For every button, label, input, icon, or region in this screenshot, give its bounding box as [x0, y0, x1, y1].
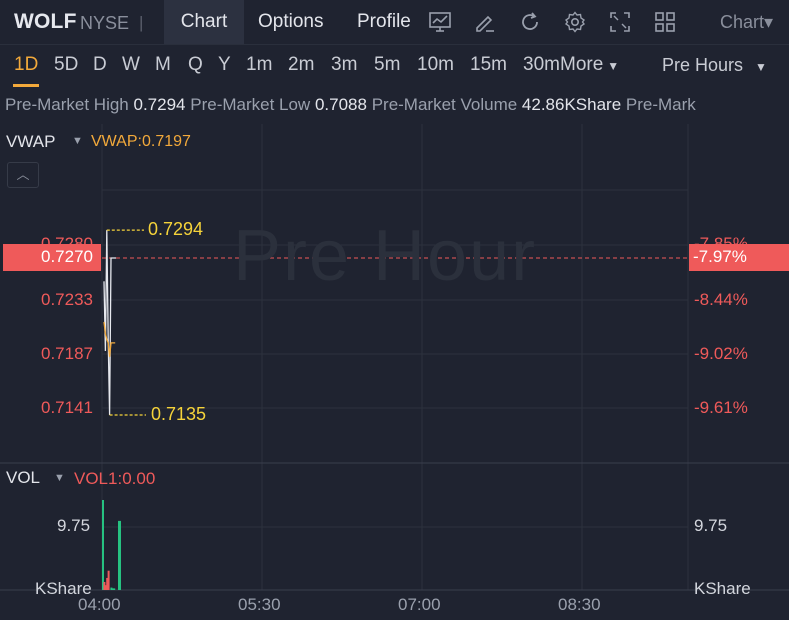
- period-quarter[interactable]: Q: [188, 54, 203, 76]
- indicator-name[interactable]: VWAP: [6, 132, 55, 152]
- tab-options[interactable]: Options: [258, 0, 323, 44]
- draw-pen-icon[interactable]: [473, 10, 497, 34]
- volume-bar: [113, 588, 116, 590]
- time-tick: 05:30: [238, 595, 281, 614]
- pct-tick: -8.44%: [694, 290, 748, 309]
- fullscreen-icon[interactable]: [608, 10, 632, 34]
- period-30m[interactable]: 30m: [523, 54, 560, 76]
- volume-bar: [102, 500, 104, 590]
- more-periods-dropdown[interactable]: More ▼: [560, 54, 619, 76]
- session-dropdown[interactable]: Pre Hours ▼: [662, 55, 767, 76]
- volume-indicator-value: VOL1:0.00: [74, 469, 156, 488]
- period-day[interactable]: D: [93, 54, 107, 76]
- current-pct: -7.97%: [693, 247, 747, 266]
- period-2m[interactable]: 2m: [288, 54, 314, 76]
- session-watermark: Pre Hour: [233, 216, 538, 296]
- selected-period-indicator: [13, 84, 39, 87]
- low-label: Pre-Market Low: [190, 95, 311, 114]
- tab-chart[interactable]: Chart: [164, 0, 244, 44]
- pct-tick: -9.61%: [694, 398, 748, 417]
- stats-overflow: Pre-Mark: [625, 95, 696, 114]
- price-tick: 0.7141: [41, 398, 93, 417]
- period-week[interactable]: W: [122, 54, 140, 76]
- low-marker-label: 0.7135: [151, 404, 207, 424]
- grid-layout-icon[interactable]: [653, 10, 677, 34]
- tab-profile[interactable]: Profile: [357, 0, 411, 44]
- high-value: 0.7294: [133, 95, 186, 114]
- chart-grid: [0, 124, 789, 591]
- high-marker-label: 0.7294: [148, 219, 204, 239]
- pct-tick: -9.02%: [694, 344, 748, 363]
- refresh-icon[interactable]: [518, 10, 542, 34]
- vwap-value: VWAP:0.7197: [91, 133, 191, 150]
- period-1m[interactable]: 1m: [246, 54, 272, 76]
- exchange-name: NYSE: [80, 13, 130, 33]
- time-tick: 08:30: [558, 595, 601, 614]
- period-15m[interactable]: 15m: [470, 54, 507, 76]
- pre-market-stats: Pre-Market High 0.7294 Pre-Market Low 0.…: [5, 95, 696, 115]
- period-5m[interactable]: 5m: [374, 54, 400, 76]
- collapse-button[interactable]: ︿: [7, 162, 39, 188]
- caret-down-icon: ▼: [755, 60, 767, 74]
- header-separator: |: [139, 13, 144, 32]
- volume-label: Pre-Market Volume: [371, 95, 518, 114]
- caret-down-icon: ▼: [607, 59, 620, 73]
- chevron-up-icon: ︿: [16, 167, 30, 182]
- volume-value: 42.86KShare: [521, 95, 622, 114]
- period-1d[interactable]: 1D: [14, 54, 38, 76]
- session-label: Pre Hours: [662, 55, 744, 75]
- volume-tick-left: 9.75: [57, 516, 91, 535]
- indicator-chart-icon[interactable]: [428, 10, 452, 34]
- price-tick: 0.7187: [41, 344, 93, 363]
- volume-tick-right: 9.75: [694, 516, 728, 535]
- caret-down-icon[interactable]: ▼: [72, 135, 83, 147]
- volume-bar: [107, 570, 110, 590]
- time-tick: 04:00: [78, 595, 121, 614]
- time-tick: 07:00: [398, 595, 441, 614]
- more-label: More: [560, 54, 604, 75]
- caret-down-icon[interactable]: ▼: [54, 472, 65, 484]
- period-year[interactable]: Y: [218, 54, 231, 76]
- price-chart[interactable]: [0, 124, 789, 620]
- volume-indicator-name[interactable]: VOL: [6, 468, 40, 488]
- period-10m[interactable]: 10m: [417, 54, 454, 76]
- current-price: 0.7270: [41, 247, 93, 266]
- period-month[interactable]: M: [155, 54, 171, 76]
- high-label: Pre-Market High: [5, 95, 129, 114]
- volume-unit-right: KShare: [694, 579, 751, 598]
- price-tick: 0.7233: [41, 290, 93, 309]
- gear-icon[interactable]: [563, 10, 587, 34]
- period-5d[interactable]: 5D: [54, 54, 78, 76]
- chart-type-dropdown[interactable]: Chart▾: [720, 12, 773, 33]
- period-3m[interactable]: 3m: [331, 54, 357, 76]
- low-value: 0.7088: [314, 95, 367, 114]
- volume-bar: [118, 520, 121, 590]
- ticker-symbol[interactable]: WOLF: [14, 10, 77, 34]
